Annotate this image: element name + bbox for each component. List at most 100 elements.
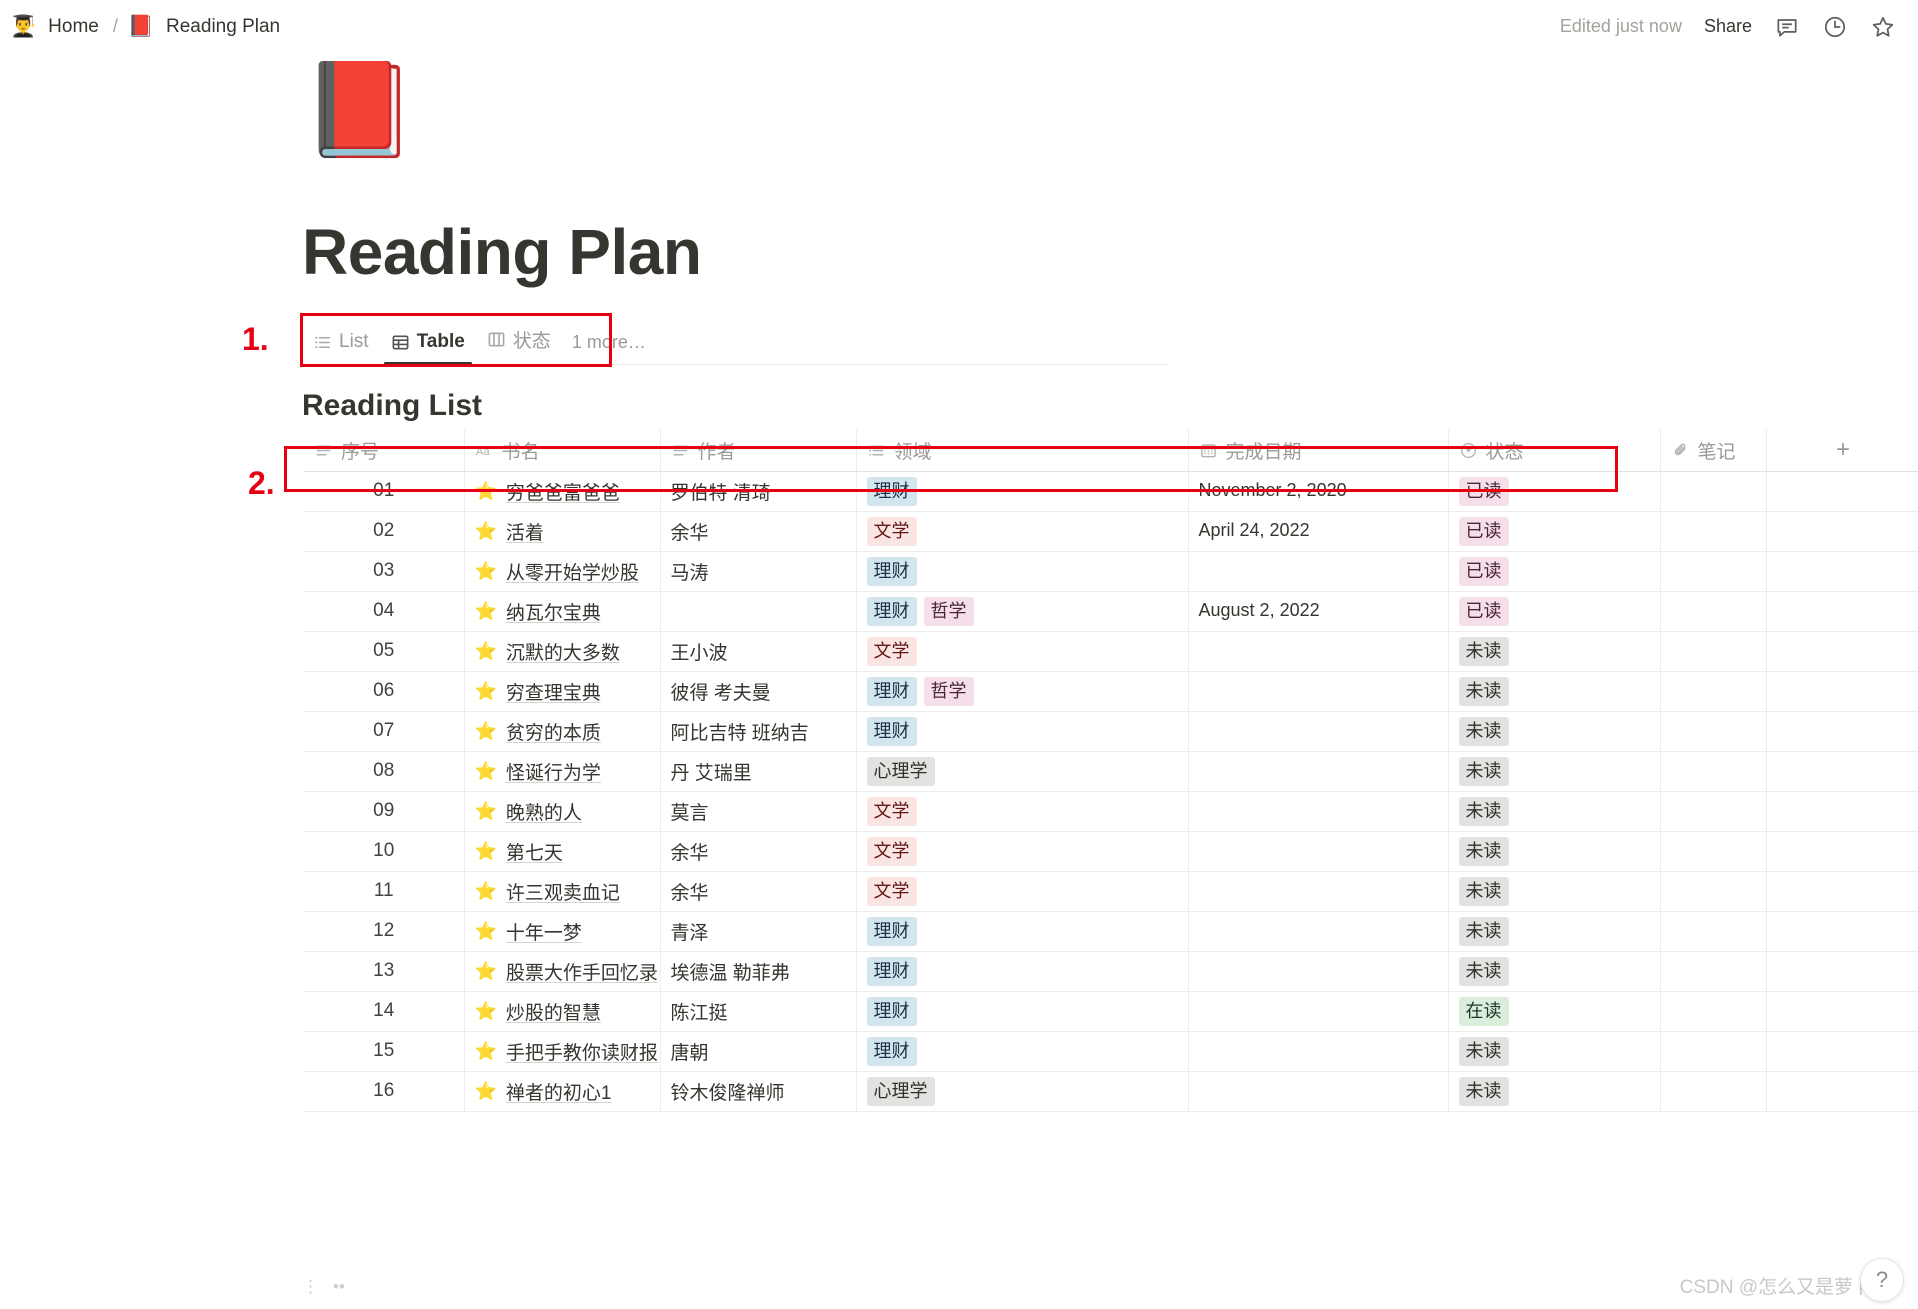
- cell-finish-date[interactable]: [1188, 991, 1449, 1032]
- cell-book-title[interactable]: ⭐ 沉默的大多数: [464, 631, 661, 672]
- cell-status[interactable]: 未读: [1448, 1031, 1661, 1072]
- cell-finish-date[interactable]: [1188, 1031, 1449, 1072]
- cell-status[interactable]: 未读: [1448, 871, 1661, 912]
- cell-book-title[interactable]: ⭐ 禅者的初心1: [464, 1071, 661, 1112]
- help-button[interactable]: ?: [1860, 1258, 1904, 1302]
- cell-book-title[interactable]: ⭐ 怪诞行为学: [464, 751, 661, 792]
- book-page-link[interactable]: 炒股的智慧: [506, 998, 601, 1025]
- page-icon-emoji[interactable]: 📕: [302, 55, 1918, 165]
- cell-book-title[interactable]: ⭐ 从零开始学炒股: [464, 551, 661, 592]
- cell-book-title[interactable]: ⭐ 许三观卖血记: [464, 871, 661, 912]
- clock-history-icon[interactable]: [1822, 14, 1848, 40]
- cell-index[interactable]: 03: [304, 551, 465, 592]
- cell-index[interactable]: 02: [304, 511, 465, 552]
- table-row[interactable]: 08 ⭐ 怪诞行为学 丹 艾瑞里 心理学 未读: [304, 751, 1918, 792]
- book-page-link[interactable]: 穷爸爸富爸爸: [506, 478, 620, 505]
- cell-author[interactable]: 莫言: [660, 791, 857, 832]
- cell-status[interactable]: 已读: [1448, 471, 1661, 512]
- cell-author[interactable]: 余华: [660, 831, 857, 872]
- cell-notes[interactable]: [1660, 751, 1767, 792]
- table-row[interactable]: 01 ⭐ 穷爸爸富爸爸 罗伯特 清琦 理财 November 2, 2020 已读: [304, 471, 1918, 512]
- breadcrumb-home-link[interactable]: Home: [44, 14, 103, 40]
- cell-book-title[interactable]: ⭐ 晚熟的人: [464, 791, 661, 832]
- cell-finish-date[interactable]: [1188, 871, 1449, 912]
- cell-finish-date[interactable]: April 24, 2022: [1188, 511, 1449, 552]
- cell-finish-date[interactable]: [1188, 751, 1449, 792]
- cell-finish-date[interactable]: [1188, 671, 1449, 712]
- cell-author[interactable]: 陈江挺: [660, 991, 857, 1032]
- cell-notes[interactable]: [1660, 551, 1767, 592]
- cell-status[interactable]: 未读: [1448, 1071, 1661, 1112]
- cell-field-tags[interactable]: 文学: [856, 791, 1189, 832]
- cell-book-title[interactable]: ⭐ 手把手教你读财报: [464, 1031, 661, 1072]
- cell-notes[interactable]: [1660, 831, 1767, 872]
- cell-index[interactable]: 05: [304, 631, 465, 672]
- cell-author[interactable]: 罗伯特 清琦: [660, 471, 857, 512]
- cell-status[interactable]: 已读: [1448, 511, 1661, 552]
- cell-field-tags[interactable]: 心理学: [856, 751, 1189, 792]
- cell-book-title[interactable]: ⭐ 活着: [464, 511, 661, 552]
- book-page-link[interactable]: 怪诞行为学: [506, 758, 601, 785]
- book-page-link[interactable]: 纳瓦尔宝典: [506, 598, 601, 625]
- cell-notes[interactable]: [1660, 911, 1767, 952]
- cell-status[interactable]: 未读: [1448, 831, 1661, 872]
- book-page-link[interactable]: 许三观卖血记: [506, 878, 620, 905]
- cell-finish-date[interactable]: [1188, 951, 1449, 992]
- book-page-link[interactable]: 禅者的初心1: [506, 1078, 612, 1105]
- cell-finish-date[interactable]: [1188, 711, 1449, 752]
- cell-field-tags[interactable]: 理财: [856, 471, 1189, 512]
- view-tab-table[interactable]: Table: [380, 331, 476, 366]
- cell-index[interactable]: 13: [304, 951, 465, 992]
- cell-status[interactable]: 未读: [1448, 911, 1661, 952]
- cell-author[interactable]: 唐朝: [660, 1031, 857, 1072]
- cell-finish-date[interactable]: [1188, 1071, 1449, 1112]
- cell-finish-date[interactable]: August 2, 2022: [1188, 591, 1449, 632]
- breadcrumb-page-link[interactable]: Reading Plan: [162, 14, 284, 40]
- cell-status[interactable]: 已读: [1448, 591, 1661, 632]
- cell-finish-date[interactable]: [1188, 831, 1449, 872]
- table-row[interactable]: 12 ⭐ 十年一梦 青泽 理财 未读: [304, 911, 1918, 952]
- cell-book-title[interactable]: ⭐ 穷查理宝典: [464, 671, 661, 712]
- cell-field-tags[interactable]: 文学: [856, 831, 1189, 872]
- cell-finish-date[interactable]: [1188, 911, 1449, 952]
- cell-notes[interactable]: [1660, 671, 1767, 712]
- row-drag-handle-icon[interactable]: ⋮: [302, 1277, 319, 1297]
- cell-index[interactable]: 12: [304, 911, 465, 952]
- cell-author[interactable]: 阿比吉特 班纳吉: [660, 711, 857, 752]
- cell-field-tags[interactable]: 理财: [856, 551, 1189, 592]
- cell-author[interactable]: 余华: [660, 871, 857, 912]
- cell-field-tags[interactable]: 文学: [856, 871, 1189, 912]
- cell-notes[interactable]: [1660, 1031, 1767, 1072]
- cell-field-tags[interactable]: 理财: [856, 711, 1189, 752]
- cell-field-tags[interactable]: 心理学: [856, 1071, 1189, 1112]
- view-tab-list[interactable]: List: [302, 331, 380, 364]
- cell-finish-date[interactable]: [1188, 791, 1449, 832]
- table-row[interactable]: 16 ⭐ 禅者的初心1 铃木俊隆禅师 心理学 未读: [304, 1071, 1918, 1112]
- cell-book-title[interactable]: ⭐ 贫穷的本质: [464, 711, 661, 752]
- book-page-link[interactable]: 穷查理宝典: [506, 678, 601, 705]
- cell-notes[interactable]: [1660, 991, 1767, 1032]
- book-page-link[interactable]: 贫穷的本质: [506, 718, 601, 745]
- column-header-序号[interactable]: 序号: [304, 429, 465, 472]
- table-row[interactable]: 13 ⭐ 股票大作手回忆录 埃德温 勒菲弗 理财 未读: [304, 951, 1918, 992]
- cell-author[interactable]: 马涛: [660, 551, 857, 592]
- cell-book-title[interactable]: ⭐ 第七天: [464, 831, 661, 872]
- column-header-笔记[interactable]: 笔记: [1660, 429, 1767, 472]
- cell-field-tags[interactable]: 理财: [856, 951, 1189, 992]
- cell-field-tags[interactable]: 理财 哲学: [856, 671, 1189, 712]
- table-row[interactable]: 10 ⭐ 第七天 余华 文学 未读: [304, 831, 1918, 872]
- cell-book-title[interactable]: ⭐ 股票大作手回忆录: [464, 951, 661, 992]
- column-header-领域[interactable]: 领域: [856, 429, 1189, 472]
- cell-notes[interactable]: [1660, 471, 1767, 512]
- cell-author[interactable]: 铃木俊隆禅师: [660, 1071, 857, 1112]
- cell-book-title[interactable]: ⭐ 穷爸爸富爸爸: [464, 471, 661, 512]
- book-page-link[interactable]: 股票大作手回忆录: [506, 958, 658, 985]
- table-row[interactable]: 11 ⭐ 许三观卖血记 余华 文学 未读: [304, 871, 1918, 912]
- cell-status[interactable]: 未读: [1448, 711, 1661, 752]
- cell-book-title[interactable]: ⭐ 十年一梦: [464, 911, 661, 952]
- cell-index[interactable]: 11: [304, 871, 465, 912]
- cell-author[interactable]: 青泽: [660, 911, 857, 952]
- cell-status[interactable]: 未读: [1448, 751, 1661, 792]
- cell-index[interactable]: 10: [304, 831, 465, 872]
- book-page-link[interactable]: 手把手教你读财报: [506, 1038, 658, 1065]
